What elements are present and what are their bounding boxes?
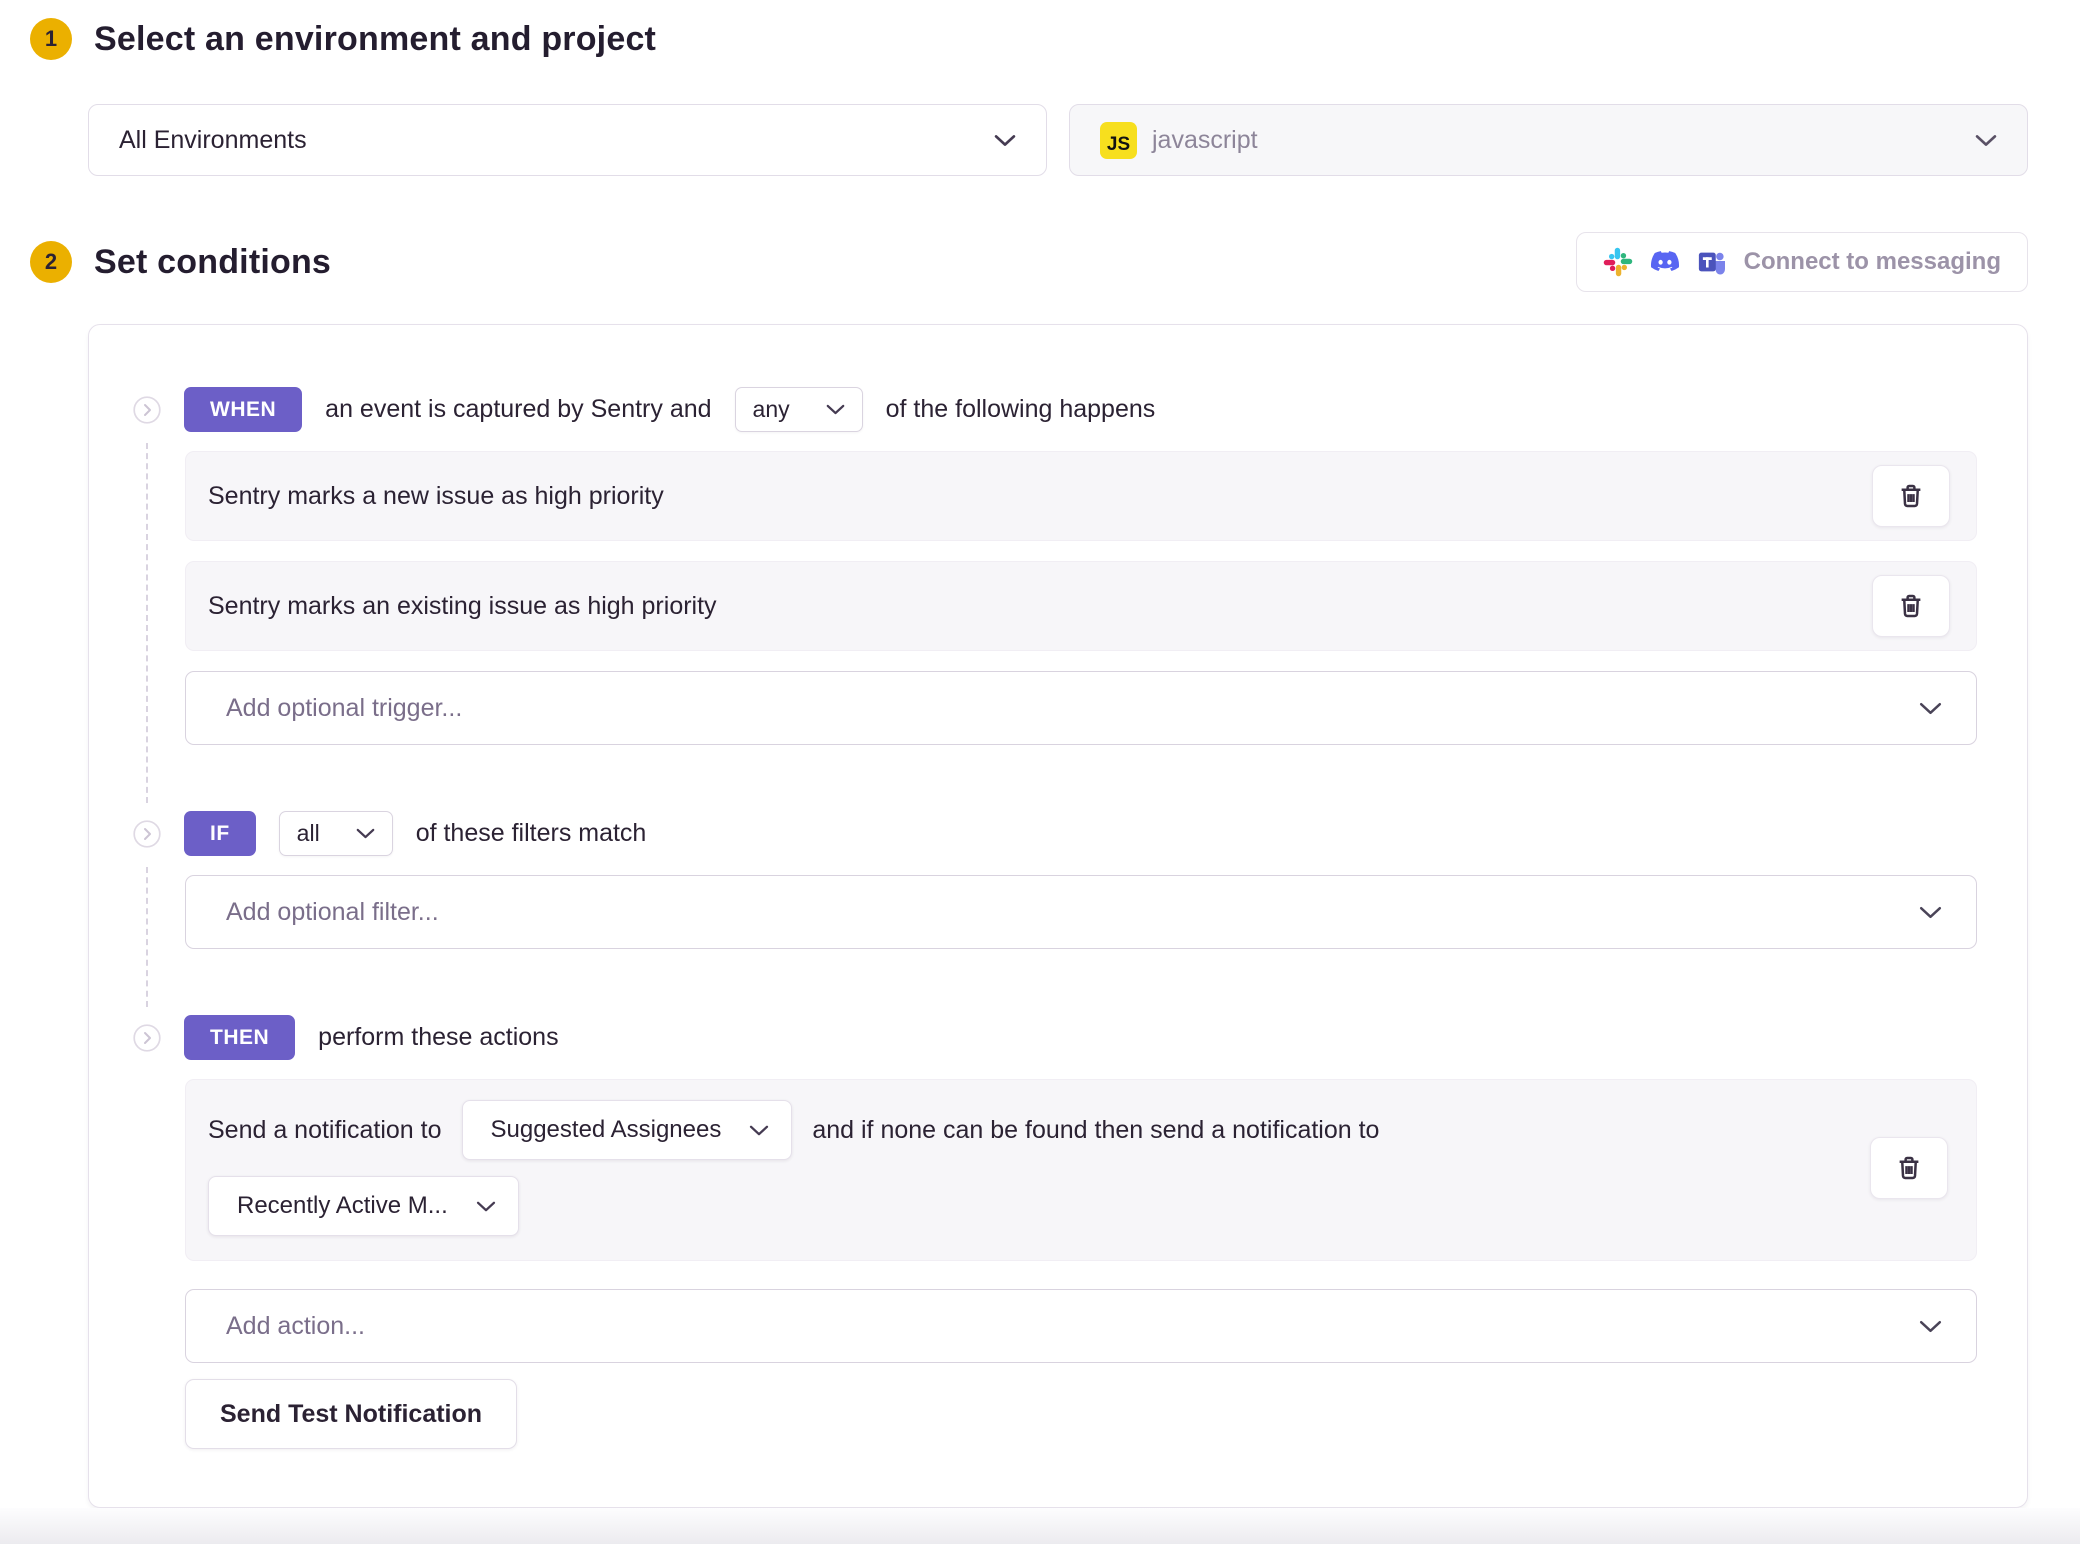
when-text-after: of the following happens (886, 395, 1156, 424)
project-select[interactable]: JS javascript (1069, 104, 2028, 176)
condition-row: Sentry marks an existing issue as high p… (185, 561, 1977, 651)
step-1-title: Select an environment and project (94, 20, 656, 59)
then-badge: THEN (184, 1015, 295, 1060)
if-match-value: all (297, 820, 320, 847)
environment-project-row: All Environments JS javascript (88, 104, 2028, 176)
notification-target-select[interactable]: Suggested Assignees (462, 1100, 793, 1160)
condition-label: Sentry marks a new issue as high priorit… (208, 482, 664, 511)
trash-icon (1894, 1153, 1924, 1183)
if-body: Add optional filter... (185, 875, 1977, 949)
action-line-1: Send a notification to Suggested Assigne… (208, 1100, 1870, 1160)
chevron-down-icon (476, 1201, 496, 1212)
action-row: Send a notification to Suggested Assigne… (185, 1079, 1977, 1261)
when-section: WHEN an event is captured by Sentry and … (133, 387, 1977, 745)
when-text-before: an event is captured by Sentry and (325, 395, 711, 424)
step-2-row: 2 Set conditions Connect to messaging (0, 232, 2028, 292)
step-2-title: Set conditions (94, 243, 331, 282)
if-section: IF all of these filters match Add option… (133, 811, 1977, 949)
add-optional-trigger-placeholder: Add optional trigger... (226, 694, 462, 723)
action-text-middle: and if none can be found then send a not… (812, 1116, 1379, 1145)
chevron-down-icon (1919, 702, 1942, 715)
trash-icon (1896, 481, 1926, 511)
slack-icon (1603, 247, 1633, 277)
chevron-down-icon (1975, 134, 1997, 147)
if-text-after: of these filters match (416, 819, 647, 848)
when-header: WHEN an event is captured by Sentry and … (133, 387, 1977, 432)
connector-dashed-line (146, 867, 148, 1007)
add-optional-filter-select[interactable]: Add optional filter... (185, 875, 1977, 949)
alert-rule-builder-page: 1 Select an environment and project All … (0, 0, 2080, 1544)
step-2-number-badge: 2 (30, 241, 72, 283)
add-action-select[interactable]: Add action... (185, 1289, 1977, 1363)
fallback-target-select[interactable]: Recently Active M... (208, 1176, 519, 1236)
then-header: THEN perform these actions (133, 1015, 1977, 1060)
chevron-down-icon (749, 1125, 769, 1136)
action-description: Send a notification to Suggested Assigne… (208, 1100, 1870, 1236)
collapse-if-icon[interactable] (133, 820, 161, 848)
if-match-select[interactable]: all (279, 811, 393, 856)
delete-condition-button[interactable] (1872, 465, 1950, 527)
condition-label: Sentry marks an existing issue as high p… (208, 592, 717, 621)
chevron-down-icon (826, 404, 845, 415)
step-1-header: 1 Select an environment and project (0, 18, 2080, 60)
add-optional-trigger-select[interactable]: Add optional trigger... (185, 671, 1977, 745)
add-action-placeholder: Add action... (226, 1312, 365, 1341)
add-optional-filter-placeholder: Add optional filter... (226, 898, 439, 927)
delete-action-button[interactable] (1870, 1137, 1948, 1199)
when-frequency-value: any (753, 396, 790, 423)
action-text-before: Send a notification to (208, 1116, 442, 1145)
chevron-down-icon (1919, 906, 1942, 919)
project-select-value: javascript (1152, 126, 1258, 155)
when-badge: WHEN (184, 387, 302, 432)
connect-to-messaging-label: Connect to messaging (1744, 248, 2001, 276)
collapse-then-icon[interactable] (133, 1024, 161, 1052)
notification-target-value: Suggested Assignees (491, 1116, 722, 1144)
if-badge: IF (184, 811, 256, 856)
conditions-card: WHEN an event is captured by Sentry and … (88, 324, 2028, 1508)
delete-condition-button[interactable] (1872, 575, 1950, 637)
when-frequency-select[interactable]: any (735, 387, 863, 432)
javascript-platform-icon: JS (1100, 122, 1137, 159)
action-line-2: Recently Active M... (208, 1176, 1870, 1236)
condition-row: Sentry marks a new issue as high priorit… (185, 451, 1977, 541)
then-section: THEN perform these actions Send a notifi… (133, 1015, 1977, 1449)
if-header: IF all of these filters match (133, 811, 1977, 856)
then-body: Send a notification to Suggested Assigne… (185, 1079, 1977, 1449)
ms-teams-icon (1697, 247, 1727, 277)
fallback-target-value: Recently Active M... (237, 1192, 448, 1220)
connect-to-messaging-button[interactable]: Connect to messaging (1576, 232, 2028, 292)
trash-icon (1896, 591, 1926, 621)
step-2-header: 2 Set conditions (0, 241, 331, 283)
discord-icon (1650, 247, 1680, 277)
page-bottom-fade (0, 1508, 2080, 1544)
when-body: Sentry marks a new issue as high priorit… (185, 451, 1977, 745)
chevron-down-icon (994, 134, 1016, 147)
chevron-down-icon (356, 828, 375, 839)
then-text-after: perform these actions (318, 1023, 558, 1052)
send-test-notification-button[interactable]: Send Test Notification (185, 1379, 517, 1449)
collapse-when-icon[interactable] (133, 396, 161, 424)
environment-select[interactable]: All Environments (88, 104, 1047, 176)
connector-dashed-line (146, 443, 148, 803)
chevron-down-icon (1919, 1320, 1942, 1333)
step-1-number-badge: 1 (30, 18, 72, 60)
environment-select-value: All Environments (119, 126, 307, 155)
